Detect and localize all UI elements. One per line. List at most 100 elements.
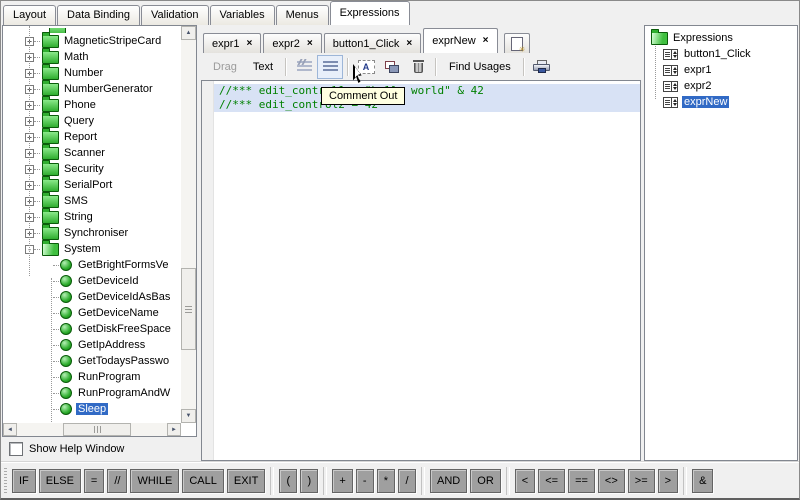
vertical-scrollbar[interactable]: ▲ ▼ [181, 26, 196, 423]
editor-tab-expr1[interactable]: expr1× [203, 33, 261, 53]
scroll-down-icon[interactable]: ▼ [181, 409, 196, 423]
tree-item-label: Number [62, 67, 105, 79]
tab-expressions[interactable]: Expressions [330, 1, 410, 25]
keyword-minus-button[interactable]: - [356, 469, 374, 493]
keyword-equal-button[interactable]: == [568, 469, 595, 493]
tree-item-label: SMS [62, 195, 90, 207]
replace-button[interactable] [379, 55, 405, 79]
delete-button[interactable] [405, 55, 431, 79]
tree-item-label: expr2 [682, 80, 714, 92]
expression-icon [663, 65, 678, 76]
open-folder-icon [42, 243, 59, 256]
expression-item-expr2[interactable]: expr2 [645, 78, 797, 94]
tab-validation[interactable]: Validation [141, 5, 209, 25]
close-icon[interactable]: × [307, 39, 313, 49]
editor-tab-exprnew-active[interactable]: exprNew× [423, 28, 497, 53]
folder-icon [42, 115, 59, 128]
tree-connector [53, 377, 59, 378]
expression-item-exprnew-selected[interactable]: exprNew [645, 94, 797, 110]
tree-item-gettodayspasswo[interactable]: GetTodaysPasswo [3, 353, 181, 369]
keyword-while-button[interactable]: WHILE [130, 469, 179, 493]
close-icon[interactable]: × [247, 39, 253, 49]
function-icon [60, 355, 72, 367]
expressions-tree: Expressions button1_Click expr1 expr2 ex… [645, 26, 797, 110]
print-button[interactable] [529, 55, 555, 79]
keyword-close-paren-button[interactable]: ) [300, 469, 318, 493]
editor-tab-expr2[interactable]: expr2× [263, 33, 321, 53]
vertical-scroll-thumb[interactable] [181, 268, 196, 350]
expression-item-button1-click[interactable]: button1_Click [645, 46, 797, 62]
keyword-greater-button[interactable]: > [658, 469, 678, 493]
code-editor[interactable]: //*** edit_control1 = "hello world" & 42… [201, 80, 641, 461]
keyword-assign-button[interactable]: = [84, 469, 104, 493]
new-expression-tab-button[interactable]: ✳ [504, 33, 530, 53]
code-content[interactable]: //*** edit_control1 = "hello world" & 42… [214, 84, 640, 112]
keyword-plus-button[interactable]: + [332, 469, 352, 493]
function-icon [60, 339, 72, 351]
tree-item-getdevicename[interactable]: GetDeviceName [3, 305, 181, 321]
function-tree-viewport[interactable]: +MagneticStripeCard +Math +Number +Numbe… [3, 26, 181, 423]
tree-item-getipaddress[interactable]: GetIpAddress [3, 337, 181, 353]
comment-out-button[interactable] [317, 55, 343, 79]
scroll-up-icon[interactable]: ▲ [181, 26, 196, 40]
show-help-checkbox[interactable] [9, 442, 23, 456]
keyword-not-equal-button[interactable]: <> [598, 469, 625, 493]
tree-item-getdeviceidasbas[interactable]: GetDeviceIdAsBas [3, 289, 181, 305]
comment-button[interactable] [291, 55, 317, 79]
expression-item-expr1[interactable]: expr1 [645, 62, 797, 78]
code-line-2[interactable]: //*** edit_control2 = 42 [214, 98, 640, 112]
keyword-comment-button[interactable]: // [107, 469, 127, 493]
trash-can [414, 63, 423, 73]
keyword-less-equal-button[interactable]: <= [538, 469, 565, 493]
text-mode-button[interactable]: Text [245, 61, 281, 73]
keyword-else-button[interactable]: ELSE [39, 469, 81, 493]
tree-item-label: Phone [62, 99, 98, 111]
editor-toolbar: Drag Text A Find Usages [201, 53, 641, 81]
keyword-open-paren-button[interactable]: ( [279, 469, 297, 493]
keyword-and-button[interactable]: AND [430, 469, 467, 493]
function-tree[interactable]: +MagneticStripeCard +Math +Number +Numbe… [2, 25, 197, 437]
tree-item-sleep-selected[interactable]: Sleep [3, 401, 181, 417]
function-icon [60, 371, 72, 383]
tab-layout[interactable]: Layout [3, 5, 56, 25]
scroll-left-icon[interactable]: ◄ [3, 423, 17, 436]
tree-item-getdiskfreespace[interactable]: GetDiskFreeSpace [3, 321, 181, 337]
expression-icon-spinner [672, 97, 678, 108]
expressions-list-panel[interactable]: Expressions button1_Click expr1 expr2 ex… [644, 25, 798, 461]
printer-tray [538, 68, 546, 73]
tree-connector [53, 361, 59, 362]
close-icon[interactable]: × [483, 36, 489, 46]
keyword-greater-equal-button[interactable]: >= [628, 469, 655, 493]
function-library-panel: +MagneticStripeCard +Math +Number +Numbe… [2, 25, 197, 461]
tree-item-runprogramandw[interactable]: RunProgramAndW [3, 385, 181, 401]
horizontal-scrollbar[interactable]: ◄ ► [3, 423, 181, 436]
keyword-ampersand-button[interactable]: & [692, 469, 713, 493]
sparkle-icon: ✳ [519, 46, 526, 54]
code-line-1[interactable]: //*** edit_control1 = "hello world" & 42 [214, 84, 640, 98]
toolbar-gripper[interactable] [4, 468, 7, 494]
editor-tab-button1-click[interactable]: button1_Click× [324, 33, 422, 53]
tree-item-label: exprNew [682, 96, 729, 108]
keyword-if-button[interactable]: IF [12, 469, 36, 493]
keyword-call-button[interactable]: CALL [182, 469, 224, 493]
drag-mode-button[interactable]: Drag [205, 61, 245, 73]
expressions-root-item[interactable]: Expressions [645, 30, 797, 46]
tree-item-runprogram[interactable]: RunProgram [3, 369, 181, 385]
horizontal-scroll-thumb[interactable] [63, 423, 131, 436]
tab-variables[interactable]: Variables [210, 5, 275, 25]
keyword-divide-button[interactable]: / [398, 469, 416, 493]
close-icon[interactable]: × [406, 39, 412, 49]
tree-item-label: Sleep [76, 403, 108, 415]
scroll-right-icon[interactable]: ► [167, 423, 181, 436]
tab-data-binding[interactable]: Data Binding [57, 5, 140, 25]
main-tab-bar: Layout Data Binding Validation Variables… [0, 0, 800, 25]
mouse-cursor [353, 64, 365, 83]
spin-up-icon [673, 67, 677, 70]
tree-item-label: GetDiskFreeSpace [76, 323, 173, 335]
keyword-exit-button[interactable]: EXIT [227, 469, 265, 493]
keyword-or-button[interactable]: OR [470, 469, 501, 493]
keyword-less-button[interactable]: < [515, 469, 535, 493]
keyword-multiply-button[interactable]: * [377, 469, 395, 493]
find-usages-button[interactable]: Find Usages [441, 61, 519, 73]
tab-menus[interactable]: Menus [276, 5, 329, 25]
